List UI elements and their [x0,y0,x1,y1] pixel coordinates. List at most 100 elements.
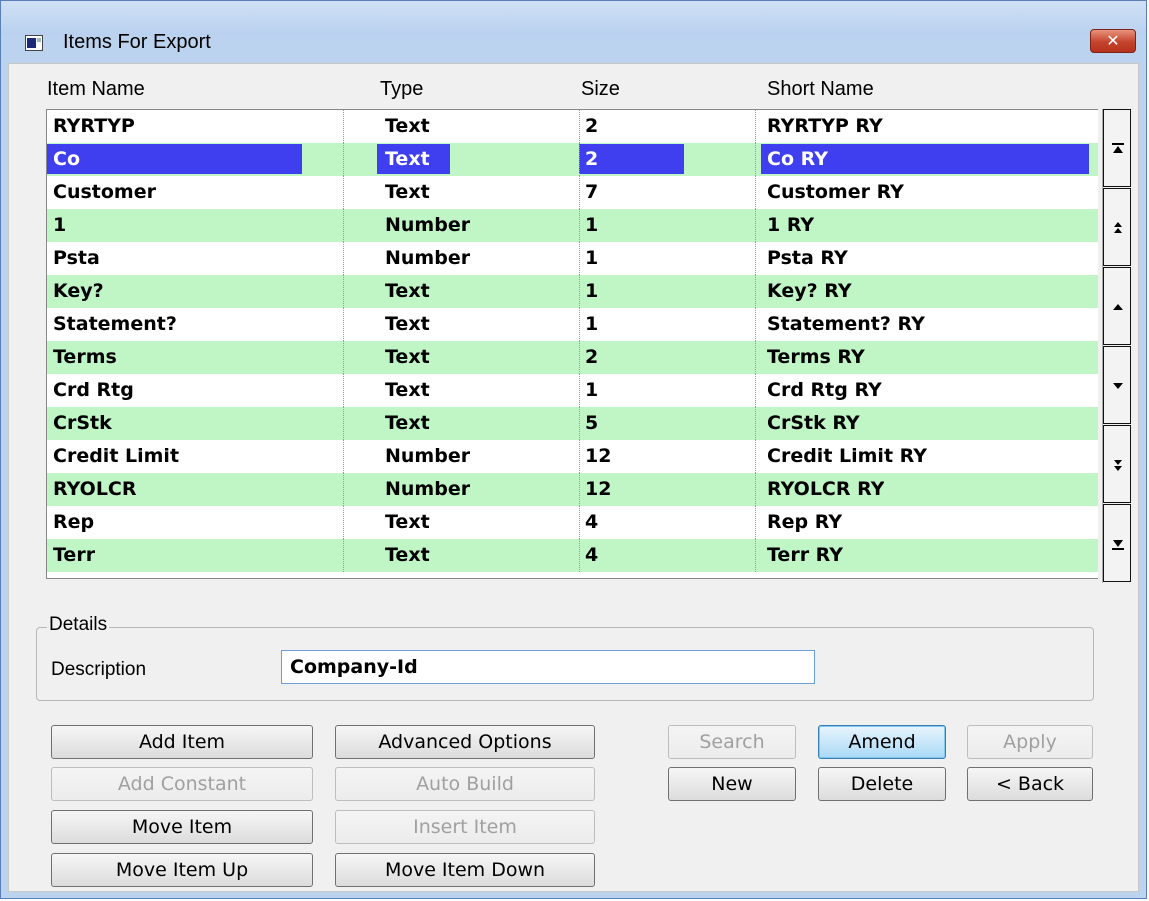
item-name-cell: Terr [53,544,96,566]
column-separator [579,341,580,374]
column-separator [755,407,756,440]
table-row[interactable]: Co Text 2 Co RY [47,143,1098,176]
column-separator [343,539,344,572]
short-name-cell: Key? RY [767,280,852,302]
column-separator [579,110,580,143]
table-row[interactable]: CrStk Text 5 CrStk RY [47,407,1098,440]
title-bar[interactable] [1,1,1146,35]
short-name-cell: Crd Rtg RY [767,379,882,401]
item-name-cell: Customer [53,181,156,203]
size-cell: 1 [585,247,599,269]
column-header-item-name[interactable]: Item Name [47,78,145,101]
column-separator [579,209,580,242]
page-up-button[interactable] [1103,188,1131,266]
size-cell: 1 [585,214,599,236]
item-name-cell: Co [53,148,80,170]
item-name-cell: RYOLCR [53,478,137,500]
short-name-cell: Rep RY [767,511,843,533]
delete-button[interactable]: Delete [818,767,946,801]
short-name-cell: CrStk RY [767,412,860,434]
short-name-cell: RYOLCR RY [767,478,885,500]
dialog-client-area: Item Name Type Size Short Name RYRTYP Tex… [8,63,1139,892]
table-row[interactable]: Terr Text 4 Terr RY [47,539,1098,572]
type-cell: Text [385,148,430,170]
move-item-down-button[interactable]: Move Item Down [335,853,595,887]
column-separator [579,539,580,572]
table-row[interactable]: Terms Text 2 Terms RY [47,341,1098,374]
column-header-type[interactable]: Type [380,78,423,101]
table-row[interactable]: Rep Text 4 Rep RY [47,506,1098,539]
size-cell: 12 [585,478,612,500]
item-name-cell: Credit Limit [53,445,180,467]
line-up-button[interactable] [1103,267,1131,345]
selection-highlight [47,144,302,174]
column-separator [755,473,756,506]
size-cell: 2 [585,115,599,137]
short-name-cell: 1 RY [767,214,815,236]
type-cell: Text [385,181,430,203]
column-separator [579,473,580,506]
close-button[interactable]: ✕ [1090,29,1136,53]
item-name-cell: 1 [53,214,67,236]
table-row[interactable]: Customer Text 7 Customer RY [47,176,1098,209]
column-separator [755,506,756,539]
scroll-bottom-button[interactable] [1103,504,1131,582]
column-header-size[interactable]: Size [581,78,620,101]
table-row[interactable]: Statement? Text 1 Statement? RY [47,308,1098,341]
type-cell: Text [385,115,430,137]
table-row[interactable]: 1 Number 1 1 RY [47,209,1098,242]
add-constant-button[interactable]: Add Constant [51,767,313,801]
insert-item-button[interactable]: Insert Item [335,810,595,844]
add-item-button[interactable]: Add Item [51,725,313,759]
table-row[interactable]: Psta Number 1 Psta RY [47,242,1098,275]
new-button[interactable]: New [668,767,796,801]
auto-build-button[interactable]: Auto Build [335,767,595,801]
table-row[interactable]: Key? Text 1 Key? RY [47,275,1098,308]
scroll-bottom-icon [1112,540,1124,550]
amend-button[interactable]: Amend [818,725,946,759]
column-separator [755,440,756,473]
advanced-options-button[interactable]: Advanced Options [335,725,595,759]
details-legend: Details [47,614,110,636]
table-row[interactable]: RYRTYP Text 2 RYRTYP RY [47,110,1098,143]
description-input[interactable]: Company-Id [281,650,815,684]
column-separator [755,110,756,143]
column-separator [579,176,580,209]
column-separator [343,473,344,506]
description-label: Description [51,659,147,680]
column-separator [343,242,344,275]
scroll-top-button[interactable] [1103,109,1131,187]
type-cell: Number [385,247,471,269]
column-separator [343,440,344,473]
short-name-cell: Psta RY [767,247,848,269]
page-down-button[interactable] [1103,425,1131,503]
apply-button[interactable]: Apply [967,725,1093,759]
column-separator [343,407,344,440]
search-button[interactable]: Search [668,725,796,759]
item-name-cell: Rep [53,511,95,533]
type-cell: Text [385,346,430,368]
column-separator [755,374,756,407]
short-name-cell: Terr RY [767,544,844,566]
column-separator [343,506,344,539]
back-button[interactable]: < Back [967,767,1093,801]
move-item-button[interactable]: Move Item [51,810,313,844]
type-cell: Number [385,478,471,500]
vertical-scrollbar[interactable] [1102,109,1132,583]
table-row[interactable]: Credit Limit Number 12 Credit Limit RY [47,440,1098,473]
short-name-cell: Credit Limit RY [767,445,927,467]
items-list[interactable]: RYRTYP Text 2 RYRTYP RY Co Text 2 Co RY Customer… [46,109,1098,579]
column-separator [343,209,344,242]
column-separator [343,176,344,209]
line-down-button[interactable] [1103,346,1131,424]
column-separator [343,341,344,374]
column-separator [755,242,756,275]
column-separator [755,341,756,374]
column-separator [755,275,756,308]
move-item-up-button[interactable]: Move Item Up [51,853,313,887]
table-row[interactable]: Crd Rtg Text 1 Crd Rtg RY [47,374,1098,407]
column-separator [755,176,756,209]
table-row[interactable]: RYOLCR Number 12 RYOLCR RY [47,473,1098,506]
item-name-cell: RYRTYP [53,115,135,137]
column-header-short-name[interactable]: Short Name [767,78,874,101]
